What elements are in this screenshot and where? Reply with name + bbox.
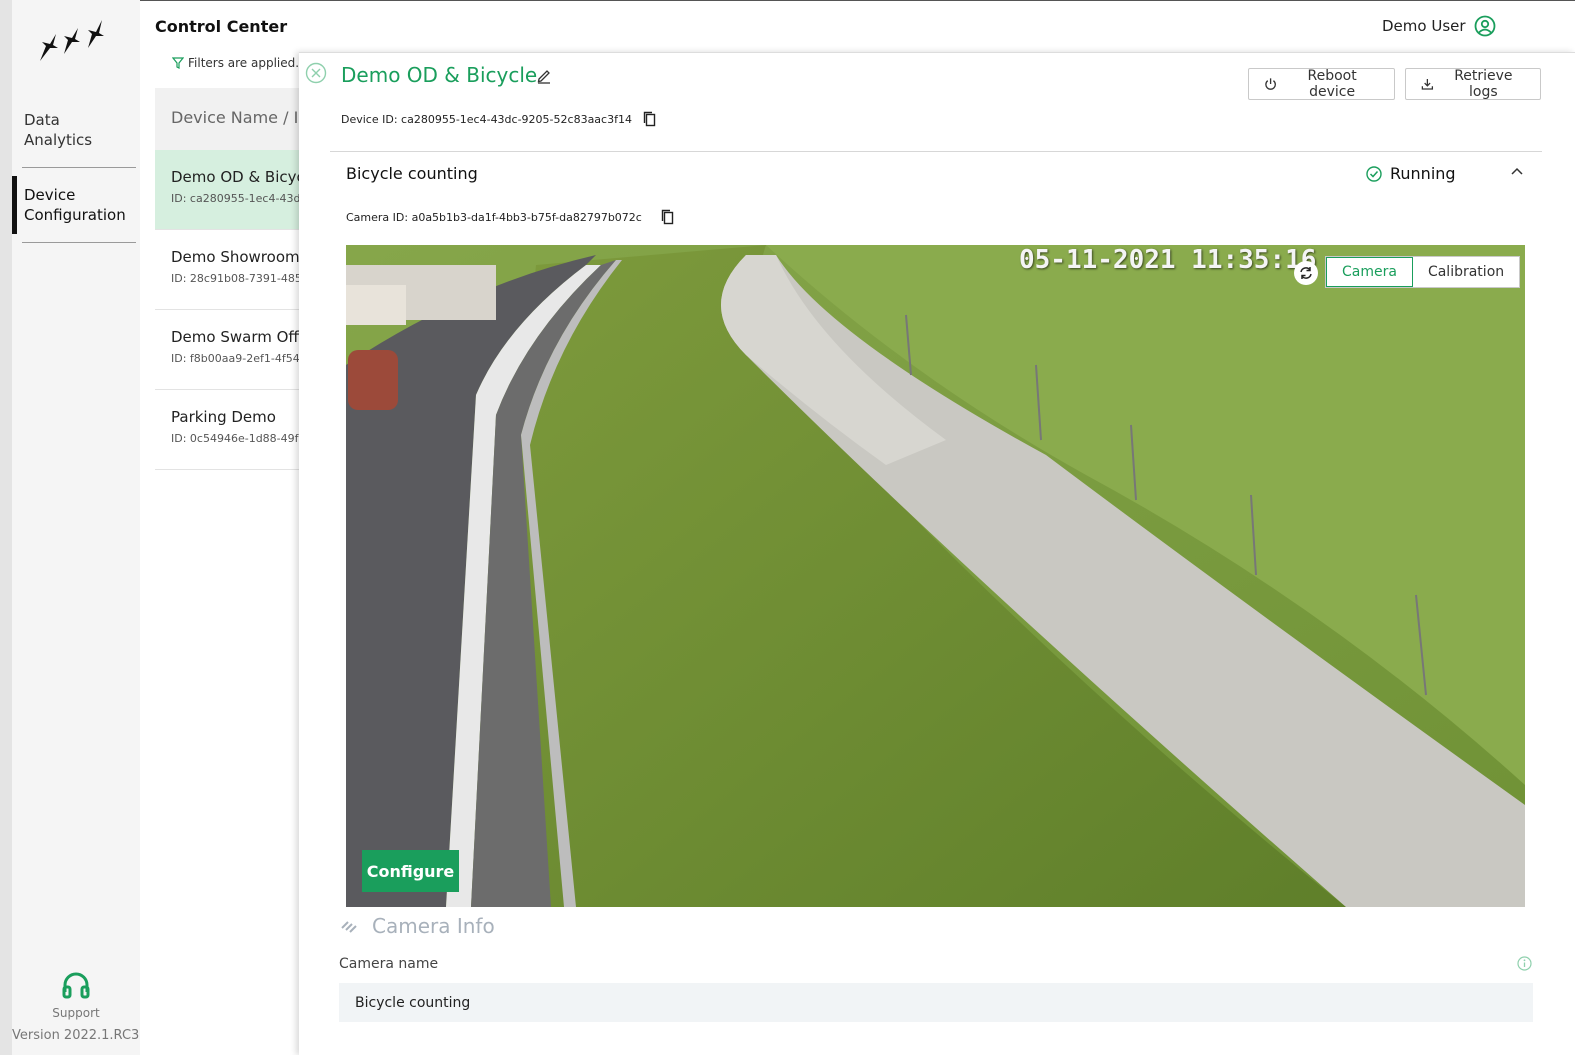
- camera-info-title: Camera Info: [372, 914, 495, 938]
- birds-logo-icon: [40, 20, 104, 61]
- sidebar-item-label: Analytics: [24, 131, 93, 149]
- chevron-up-icon[interactable]: [1509, 164, 1525, 180]
- support-label: Support: [52, 1006, 100, 1020]
- close-icon[interactable]: [305, 62, 327, 84]
- copy-icon[interactable]: [661, 209, 675, 225]
- camera-id-text: Camera ID: a0a5b1b3-da1f-4bb3-b75f-da827…: [346, 211, 642, 224]
- device-id-text: Device ID: ca280955-1ec4-43dc-9205-52c83…: [341, 113, 632, 126]
- camera-timestamp: 05-11-2021 11:35:16: [1019, 245, 1317, 275]
- device-title: Demo OD & Bicycle: [341, 63, 538, 87]
- download-icon: [1421, 78, 1434, 90]
- retrieve-logs-label: Retrieve logs: [1454, 68, 1513, 100]
- reboot-label: Reboot device: [1307, 68, 1357, 100]
- check-circle-icon: [1366, 165, 1382, 182]
- sidebar-item-label: Device: [24, 186, 76, 204]
- sidebar-item-label: Configuration: [24, 206, 126, 224]
- device-name: Parking Demo: [171, 408, 276, 426]
- camera-feed: 05-11-2021 11:35:16 Camera Calibration C…: [346, 245, 1525, 907]
- version-text: Version 2022.1.RC3: [12, 1028, 140, 1043]
- filters-text: Filters are applied.: [188, 56, 300, 70]
- page-title: Control Center: [155, 17, 288, 36]
- device-name: Demo Showroom: [171, 248, 300, 266]
- tab-calibration[interactable]: Calibration: [1412, 257, 1520, 287]
- device-id: ID: f8b00aa9-2ef1-4f54: [171, 352, 300, 365]
- refresh-icon: [1300, 267, 1312, 279]
- info-icon[interactable]: [1517, 956, 1532, 971]
- power-icon: [1265, 78, 1276, 90]
- device-name: Demo OD & Bicycle: [171, 168, 300, 186]
- refresh-button[interactable]: [1294, 261, 1318, 285]
- list-item[interactable]: Demo Showroom ID: 28c91b08-7391-485: [155, 230, 300, 310]
- user-avatar-icon: [1474, 15, 1495, 37]
- retrieve-logs-button[interactable]: Retrieve logs: [1405, 68, 1541, 100]
- list-item[interactable]: Demo Swarm Office ID: f8b00aa9-2ef1-4f54: [155, 310, 300, 390]
- camera-name-label: Camera name: [339, 956, 439, 972]
- sidebar-divider: [22, 167, 136, 168]
- device-id: ID: 28c91b08-7391-485: [171, 272, 300, 285]
- tab-camera[interactable]: Camera: [1326, 257, 1413, 287]
- device-id: ID: 0c54946e-1d88-49f: [171, 432, 299, 445]
- filters-indicator[interactable]: Filters are applied.: [172, 56, 299, 70]
- headset-icon: [62, 972, 90, 999]
- pencil-icon[interactable]: [536, 68, 552, 84]
- camera-scene-image: [346, 245, 1525, 907]
- filter-icon: [172, 57, 184, 69]
- configure-button[interactable]: Configure: [362, 850, 459, 892]
- list-item[interactable]: Parking Demo ID: 0c54946e-1d88-49f: [155, 390, 300, 470]
- camera-info-icon: [341, 921, 357, 933]
- view-toggle: Camera Calibration: [1325, 256, 1521, 288]
- sidebar-item-device-configuration[interactable]: Device Configuration: [12, 176, 136, 234]
- sidebar-edge: [0, 0, 12, 1055]
- sidebar-item-label: Data: [24, 111, 60, 129]
- list-header: Device Name / ID: [155, 88, 300, 150]
- sidebar-divider: [22, 242, 136, 243]
- copy-icon[interactable]: [643, 111, 657, 127]
- support-button[interactable]: Support: [40, 970, 112, 1020]
- sidebar-item-data-analytics[interactable]: Data Analytics: [12, 110, 136, 150]
- list-item[interactable]: Demo OD & Bicycle ID: ca280955-1ec4-43dc…: [155, 150, 300, 230]
- user-name: Demo User: [1382, 17, 1466, 35]
- device-name: Demo Swarm Office: [171, 328, 300, 346]
- user-menu[interactable]: Demo User: [1382, 15, 1496, 37]
- status-text: Running: [1390, 164, 1456, 183]
- stream-title: Bicycle counting: [346, 164, 478, 183]
- sidebar: Data Analytics Device Configuration Supp…: [0, 0, 140, 1055]
- top-border: [0, 0, 1575, 1]
- device-list: Device Name / ID Demo OD & Bicycle ID: c…: [155, 88, 300, 470]
- section-divider: [330, 151, 1542, 152]
- camera-info-heading: Camera Info: [340, 914, 495, 938]
- device-id: ID: ca280955-1ec4-43dc-9205-52c83aac3f14: [171, 192, 300, 205]
- camera-name-field[interactable]: [339, 983, 1533, 1022]
- reboot-device-button[interactable]: Reboot device: [1248, 68, 1395, 100]
- status-badge: Running: [1366, 164, 1456, 183]
